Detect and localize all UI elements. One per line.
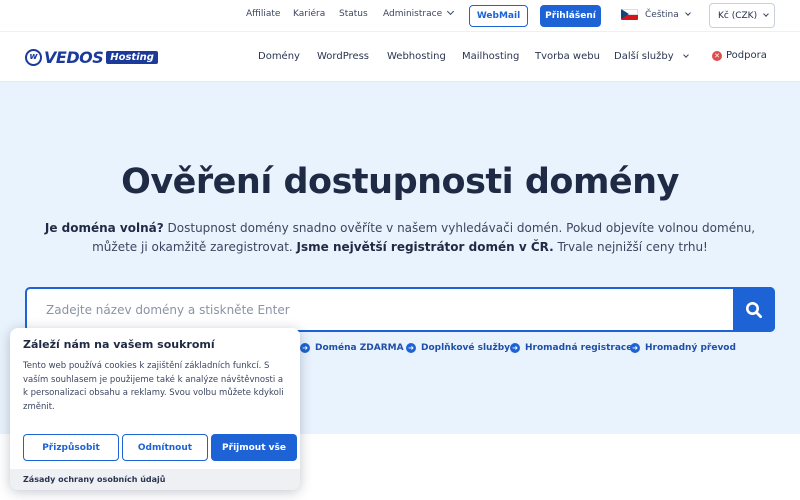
cookie-customize-button[interactable]: Přizpůsobit: [23, 434, 119, 461]
nav-item-wordpress[interactable]: WordPress: [317, 51, 369, 62]
arrow-right-circle-icon: ➜: [300, 343, 310, 353]
status-link[interactable]: Status: [339, 9, 368, 19]
quick-link-hromadny-prevod[interactable]: ➜ Hromadný převod: [630, 343, 736, 353]
quick-link-hromadna-registrace[interactable]: ➜ Hromadná registrace: [510, 343, 632, 353]
privacy-policy-link[interactable]: Zásady ochrany osobních údajů: [10, 469, 300, 490]
domain-search-box: [25, 287, 775, 332]
hero-text-bold-2: Jsme největší registrátor domén v ČR.: [296, 240, 554, 254]
quick-link-label: Doplňkové služby: [421, 343, 511, 353]
czech-flag-icon: [621, 9, 638, 20]
quick-link-doplnkove-sluzby[interactable]: ➜ Doplňkové služby: [406, 343, 510, 353]
nav-item-mailhosting[interactable]: Mailhosting: [462, 51, 519, 62]
administrace-dropdown[interactable]: Administrace: [383, 9, 453, 19]
chevron-down-icon: [684, 9, 691, 16]
cookie-reject-button[interactable]: Odmítnout: [122, 434, 208, 461]
webmail-button[interactable]: WebMail: [469, 5, 528, 27]
domain-search-input[interactable]: [27, 289, 734, 330]
logo-badge: Hosting: [106, 50, 158, 64]
language-label: Čeština: [645, 9, 679, 20]
logo-mark-icon: w: [25, 48, 42, 66]
arrow-right-circle-icon: ➜: [630, 343, 640, 353]
nav-item-tvorba-webu[interactable]: Tvorba webu: [535, 51, 600, 62]
nav-item-dalsi-sluzby-label: Další služby: [614, 51, 674, 62]
language-selector[interactable]: Čeština: [621, 9, 691, 20]
quick-link-domena-zdarma[interactable]: ➜ Doména ZDARMA: [300, 343, 404, 353]
logo-text: VEDOS: [44, 47, 104, 67]
hero-description: Je doména volná? Dostupnost domény snadn…: [28, 219, 772, 257]
quick-link-label: Hromadný převod: [645, 343, 736, 353]
cookie-text: Tento web používá cookies k zajištění zá…: [23, 361, 284, 412]
nav-item-dalsi-sluzby[interactable]: Další služby: [614, 51, 689, 62]
search-button[interactable]: [733, 287, 775, 332]
hero-text-bold-1: Je doména volná?: [44, 221, 164, 235]
search-icon: [746, 301, 763, 318]
currency-select[interactable]: Kč (CZK): [709, 3, 775, 28]
vedos-logo[interactable]: w VEDOS Hosting: [25, 47, 158, 67]
support-label: Podpora: [726, 50, 767, 61]
cookie-consent-dialog: Záleží nám na vašem soukromí Tento web p…: [10, 328, 300, 490]
login-button[interactable]: Přihlášení: [540, 5, 601, 27]
cookie-accept-button[interactable]: Přijmout vše: [211, 434, 297, 461]
currency-value: Kč (CZK): [718, 10, 758, 21]
arrow-right-circle-icon: ➜: [510, 343, 520, 353]
page-title: Ověření dostupnosti domény: [121, 162, 679, 202]
nav-item-webhosting[interactable]: Webhosting: [387, 51, 446, 62]
top-utility-bar: Affiliate Kariéra Status Administrace We…: [0, 0, 800, 32]
kariera-link[interactable]: Kariéra: [293, 9, 325, 19]
chevron-down-icon: [763, 10, 769, 17]
quick-link-label: Doména ZDARMA: [315, 343, 404, 353]
quick-link-label: Hromadná registrace: [525, 343, 633, 353]
affiliate-link[interactable]: Affiliate: [246, 9, 280, 19]
chevron-down-icon: [682, 52, 689, 58]
arrow-right-circle-icon: ➜: [406, 343, 416, 353]
nav-item-domeny[interactable]: Domény: [258, 51, 300, 62]
hero-text-2: Trvale nejnižší ceny trhu!: [553, 240, 708, 254]
close-circle-icon: ✕: [712, 50, 722, 61]
main-nav: w VEDOS Hosting Domény WordPress Webhost…: [0, 32, 800, 82]
support-link[interactable]: ✕ Podpora: [712, 50, 767, 61]
cookie-title: Záleží nám na vašem soukromí: [23, 338, 215, 351]
